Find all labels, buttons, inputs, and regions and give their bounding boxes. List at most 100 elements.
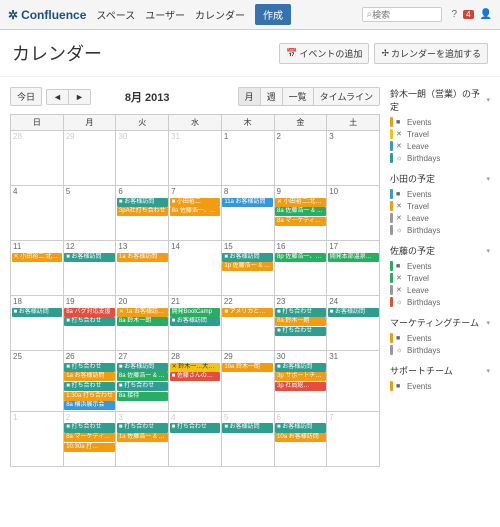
day-cell[interactable]: 23■ 打ち合わせ8a 鈴木一朗■ 打ち合わせ — [274, 296, 327, 351]
legend-item[interactable]: ☼Birthdays — [390, 296, 490, 308]
day-cell[interactable]: 5■ お客様訪問 — [221, 411, 274, 466]
event[interactable]: ■ 打ち合わせ — [64, 382, 115, 391]
event[interactable]: 開発本部温泉プチ社員旅行 — [328, 253, 379, 262]
legend-item[interactable]: ✕Leave — [390, 140, 490, 152]
day-cell[interactable]: 10 — [327, 186, 380, 241]
search-box[interactable]: ⌕ — [362, 7, 442, 22]
legend-item[interactable]: ✕Travel — [390, 128, 490, 140]
event[interactable]: ■ 打ち合わせ — [64, 363, 115, 372]
event[interactable]: ■ 打ち合わせ — [64, 423, 115, 432]
legend-item[interactable]: ■Events — [390, 260, 490, 272]
event[interactable]: 8a 佐藤浩一、小田裕二 — [170, 207, 221, 216]
event[interactable]: 1a 佐藤浩一 & 鈴木一朗 — [117, 433, 168, 442]
day-cell[interactable]: 7 — [327, 411, 380, 466]
group-title[interactable]: 鈴木一朗（営業）の予定 — [390, 87, 490, 113]
event[interactable]: 開発BootCamp — [170, 308, 221, 317]
day-cell[interactable]: 30 — [116, 131, 169, 186]
event[interactable]: 8a 接待 — [117, 392, 168, 401]
event[interactable]: ■ お客様訪問 — [117, 363, 168, 372]
day-cell[interactable]: 18■ お客様訪問 — [11, 296, 64, 351]
legend-item[interactable]: ■Events — [390, 380, 490, 392]
event[interactable]: 8a マーケティングチーム9月定… — [64, 433, 115, 442]
event[interactable]: ✕ 1a お客様訪問 & 鈴木一朗 — [117, 308, 168, 317]
group-title[interactable]: マーケティングチーム — [390, 316, 490, 329]
help-icon[interactable]: ? — [452, 9, 458, 20]
day-cell[interactable]: 2■ 打ち合わせ8a マーケティングチーム9月定…10:30a 打… — [63, 411, 116, 466]
add-event-button[interactable]: 📅イベントの追加 — [279, 43, 369, 64]
event[interactable]: ✕ 小田裕二:北海道出張 — [275, 198, 326, 207]
day-cell[interactable]: 5 — [63, 186, 116, 241]
create-button[interactable]: 作成 — [255, 4, 291, 25]
day-cell[interactable]: 29 — [63, 131, 116, 186]
event[interactable]: 8a 鈴木一朗 — [275, 317, 326, 326]
day-cell[interactable]: 14 — [169, 241, 222, 296]
day-cell[interactable]: 811a お客様訪問 — [221, 186, 274, 241]
next-button[interactable]: ► — [69, 89, 91, 105]
event[interactable]: 10a お客様訪問 — [275, 433, 326, 442]
legend-item[interactable]: ■Events — [390, 188, 490, 200]
event[interactable]: ■ 小田裕二 — [170, 198, 221, 207]
legend-item[interactable]: ✕Travel — [390, 272, 490, 284]
group-title[interactable]: 小田の予定 — [390, 172, 490, 185]
event[interactable]: ✕ 小田裕二:北海道出張 — [12, 253, 63, 262]
event[interactable]: 8a 鈴木一朗 — [117, 317, 168, 326]
group-title[interactable]: サポートチーム — [390, 364, 490, 377]
day-cell[interactable]: 24■ お客様訪問 — [327, 296, 380, 351]
day-cell[interactable]: 21開発BootCamp■ お客様訪問 — [169, 296, 222, 351]
event[interactable]: 8a 横浜展示会 — [64, 401, 115, 410]
event[interactable]: 3p サポートチーム8月定例 — [275, 372, 326, 381]
event[interactable]: 3pA社打ち合わせ — [117, 207, 168, 216]
event[interactable]: 1a お客様訪問 — [117, 253, 168, 262]
day-cell[interactable]: 12■ お客様訪問 — [63, 241, 116, 296]
legend-item[interactable]: ✕Leave — [390, 284, 490, 296]
logo[interactable]: ✲Confluence — [8, 8, 86, 22]
nav-calendar[interactable]: カレンダー — [195, 7, 245, 22]
event[interactable]: ■ お客様訪問 — [117, 198, 168, 207]
day-cell[interactable]: 4■ 打ち合わせ — [169, 411, 222, 466]
event[interactable]: ■ お客様訪問 — [222, 423, 273, 432]
day-cell[interactable]: 26■ 打ち合わせ1a お客様訪問■ 打ち合わせ1:30a 打ち合わせ8a 横浜… — [63, 351, 116, 412]
legend-item[interactable]: ✕Travel — [390, 200, 490, 212]
day-cell[interactable]: 1 — [221, 131, 274, 186]
day-cell[interactable]: 3■ 打ち合わせ1a 佐藤浩一 & 鈴木一朗 — [116, 411, 169, 466]
legend-item[interactable]: ☼Birthdays — [390, 152, 490, 164]
view-list[interactable]: 一覧 — [283, 87, 314, 106]
day-cell[interactable]: 2910a 鈴木一朗 — [221, 351, 274, 412]
day-cell[interactable]: 11✕ 小田裕二:北海道出張 — [11, 241, 64, 296]
event[interactable]: ■ お客様訪問 — [64, 253, 115, 262]
event[interactable]: 3p 社員総… — [275, 382, 326, 391]
legend-item[interactable]: ■Events — [390, 116, 490, 128]
event[interactable]: ■ お客様訪問 — [275, 363, 326, 372]
day-cell[interactable]: 20✕ 1a お客様訪問 & 鈴木一朗8a 鈴木一朗 — [116, 296, 169, 351]
event[interactable]: 8a バグ対応支援 — [64, 308, 115, 317]
group-title[interactable]: 佐藤の予定 — [390, 244, 490, 257]
prev-button[interactable]: ◄ — [46, 89, 69, 105]
day-cell[interactable]: 28 — [11, 131, 64, 186]
event[interactable]: ■ 打ち合わせ — [117, 382, 168, 391]
event[interactable]: 8a 佐藤浩一 & 鈴木一朗 — [117, 372, 168, 381]
event[interactable]: 1:30a 打ち合わせ — [64, 392, 115, 401]
day-cell[interactable]: 31 — [327, 351, 380, 412]
day-cell[interactable]: 4 — [11, 186, 64, 241]
legend-item[interactable]: ☼Birthdays — [390, 224, 490, 236]
view-week[interactable]: 週 — [261, 87, 283, 106]
event[interactable]: ■ 打ち合わせ — [275, 308, 326, 317]
search-input[interactable] — [372, 10, 422, 20]
day-cell[interactable]: 22■ アメリカとの電話会議 & 鈴木一朗 — [221, 296, 274, 351]
day-cell[interactable]: 6■ お客様訪問3pA社打ち合わせ — [116, 186, 169, 241]
view-timeline[interactable]: タイムライン — [314, 87, 380, 106]
event[interactable]: ■ お客様訪問 — [222, 253, 273, 262]
event[interactable]: 1a お客様訪問 — [64, 372, 115, 381]
day-cell[interactable]: 25 — [11, 351, 64, 412]
event[interactable]: ■ 打ち合わせ — [170, 423, 221, 432]
event[interactable]: ■ 打ち合わせ — [275, 327, 326, 336]
day-cell[interactable]: 2 — [274, 131, 327, 186]
legend-item[interactable]: ■Events — [390, 332, 490, 344]
day-cell[interactable]: 30■ お客様訪問3p サポートチーム8月定例3p 社員総… — [274, 351, 327, 412]
day-cell[interactable]: 31 — [169, 131, 222, 186]
event[interactable]: ■ お客様訪問 — [12, 308, 63, 317]
nav-users[interactable]: ユーザー — [145, 7, 185, 22]
day-cell[interactable]: 15■ お客様訪問1p 佐藤浩一 & 鈴木一朗 — [221, 241, 274, 296]
event[interactable]: 8a 佐藤浩一 & 鈴木一朗 — [275, 207, 326, 216]
day-cell[interactable]: 3 — [327, 131, 380, 186]
